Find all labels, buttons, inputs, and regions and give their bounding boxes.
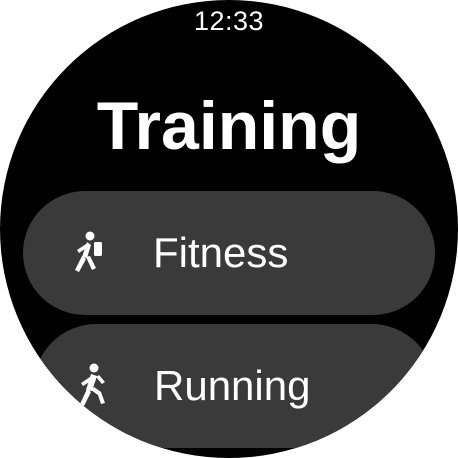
page-title: Training <box>96 88 362 164</box>
running-icon <box>70 362 116 408</box>
status-time: 12:33 <box>193 6 265 36</box>
menu-item-running[interactable]: Running <box>34 324 434 448</box>
menu-item-label: Fitness <box>153 229 289 276</box>
watch-screen: 12:33 Training Fitness Running <box>0 0 458 458</box>
fitness-walking-icon <box>63 229 109 275</box>
menu-item-fitness[interactable]: Fitness <box>23 191 435 315</box>
menu-item-label: Running <box>154 362 311 409</box>
